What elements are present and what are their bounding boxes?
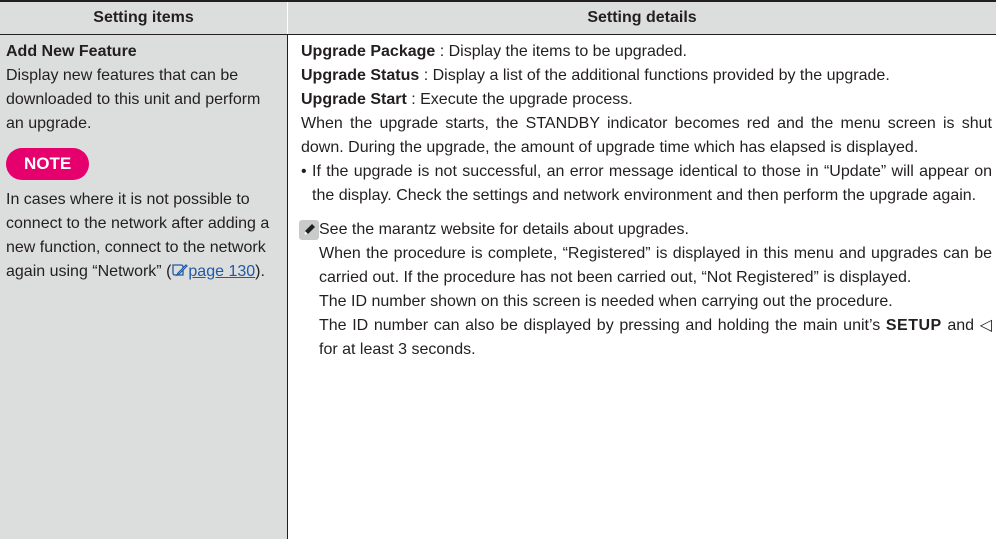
memo-line-2: When the procedure is complete, “Registe…: [319, 245, 992, 286]
table-header: Setting items Setting details: [0, 2, 996, 35]
upgrade-status-label: Upgrade Status: [301, 67, 420, 84]
pencil-icon: [299, 220, 319, 240]
memo-line-3: The ID number shown on this screen is ne…: [319, 293, 893, 310]
memo-line-4: The ID number can also be displayed by p…: [319, 314, 992, 362]
upgrade-start-line: Upgrade Start : Execute the upgrade proc…: [301, 88, 992, 112]
setting-items-column: Add New Feature Display new features tha…: [0, 35, 287, 539]
upgrade-status-text: : Display a list of the additional funct…: [419, 67, 890, 84]
page-link-text[interactable]: page 130: [188, 263, 255, 280]
memo-line-4-part-b: and: [941, 317, 980, 334]
header-setting-items: Setting items: [93, 9, 194, 26]
upgrade-package-label: Upgrade Package: [301, 43, 436, 60]
upgrade-start-text: : Execute the upgrade process.: [406, 91, 633, 108]
item-title: Add New Feature: [6, 43, 137, 60]
left-arrow-icon: ◁: [979, 317, 992, 334]
page-reference-link[interactable]: page 130: [171, 263, 255, 280]
upgrade-package-line: Upgrade Package : Display the items to b…: [301, 40, 992, 64]
setup-key-label: SETUP: [885, 317, 942, 334]
page-reference-icon: [172, 264, 189, 277]
upgrade-start-label: Upgrade Start: [301, 91, 407, 108]
bullet-dot: •: [301, 163, 307, 180]
setting-details-column: Upgrade Package : Display the items to b…: [288, 35, 996, 539]
settings-table: Setting items Setting details Add New Fe…: [0, 0, 996, 539]
note-text: In cases where it is not possible to con…: [6, 188, 281, 284]
upgrade-package-text: : Display the items to be upgraded.: [435, 43, 687, 60]
note-text-part-2: ).: [255, 263, 265, 280]
error-bullet-text: If the upgrade is not successful, an err…: [312, 163, 992, 204]
memo-block: See the marantz website for details abou…: [299, 218, 992, 362]
upgrade-status-line: Upgrade Status : Display a list of the a…: [301, 64, 992, 88]
header-setting-details: Setting details: [587, 9, 697, 26]
item-description: Display new features that can be downloa…: [6, 67, 261, 132]
memo-line-4-part-a: The ID number can also be displayed by p…: [319, 317, 886, 334]
memo-line-4-part-c: for at least 3 seconds.: [319, 341, 476, 358]
note-badge: NOTE: [6, 148, 90, 180]
error-bullet: • If the upgrade is not successful, an er…: [301, 160, 992, 208]
memo-line-1: See the marantz website for details abou…: [319, 221, 689, 238]
upgrade-start-detail: When the upgrade starts, the STANDBY ind…: [301, 115, 992, 156]
